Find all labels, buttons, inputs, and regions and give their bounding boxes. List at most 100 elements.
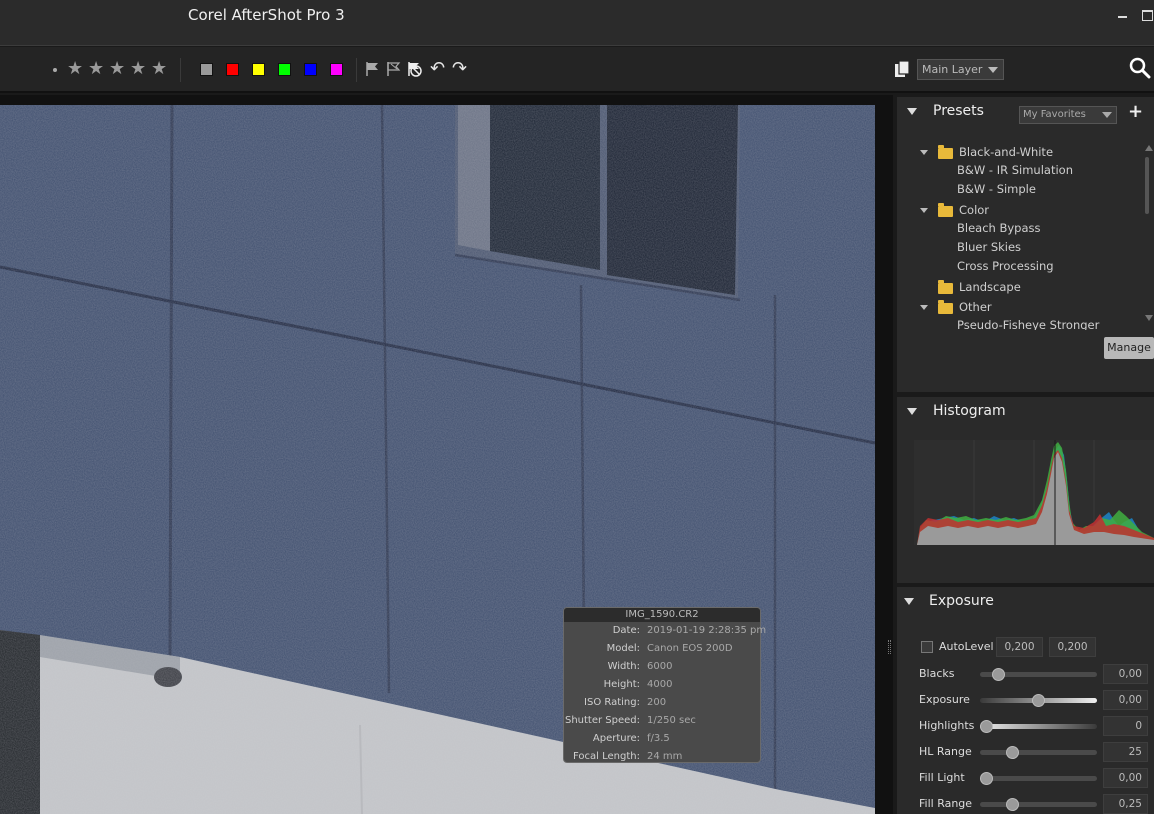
slider-value-field[interactable]: 0,00 <box>1103 690 1148 710</box>
info-row: Focal Length: 24 mm <box>564 748 760 766</box>
slider-handle[interactable] <box>980 772 993 785</box>
exposure-header[interactable]: Exposure <box>897 587 1154 615</box>
rating-star-icon[interactable]: ★ <box>109 59 125 79</box>
preset-folder-label: Black-and-White <box>959 145 1054 159</box>
slider-track[interactable] <box>980 724 1097 729</box>
info-row: Height: 4000 <box>564 676 760 694</box>
copy-layer-icon[interactable] <box>894 60 910 78</box>
slider-track[interactable] <box>980 776 1097 781</box>
collapse-triangle-icon[interactable] <box>907 408 917 415</box>
scroll-up-icon[interactable] <box>1145 145 1153 151</box>
preset-item-label: Bleach Bypass <box>957 221 1041 235</box>
reject-flag-icon[interactable] <box>385 61 401 77</box>
add-preset-icon[interactable]: + <box>1128 103 1143 121</box>
redo-icon[interactable]: ↷ <box>452 59 467 79</box>
collapse-triangle-icon[interactable] <box>907 108 917 115</box>
autolevel-low-field[interactable]: 0,200 <box>996 637 1043 657</box>
slider-value-field[interactable]: 25 <box>1103 742 1148 762</box>
info-key: Width: <box>607 661 640 672</box>
preset-item-label: Bluer Skies <box>957 240 1022 254</box>
preset-item[interactable]: Bluer Skies <box>957 240 1021 259</box>
info-key: Model: <box>606 643 640 654</box>
info-row: Width: 6000 <box>564 658 760 676</box>
image-info-tooltip: IMG_1590.CR2 Date: 2019-01-19 2:28:35 pm … <box>563 607 766 766</box>
histogram-header[interactable]: Histogram <box>897 397 1154 425</box>
slider-handle[interactable] <box>1006 798 1019 811</box>
info-key: Date: <box>612 625 640 636</box>
color-label-red[interactable] <box>226 63 239 76</box>
preset-item-label: Cross Processing <box>957 259 1054 273</box>
search-icon[interactable] <box>1129 57 1151 79</box>
pick-flag-icon[interactable] <box>364 61 380 77</box>
toolbar: ★ ★ ★ ★ ★ ↶ ↷ Main Layer <box>0 47 1154 93</box>
slider-label: HL Range <box>919 745 972 758</box>
preset-folder-label: Other <box>959 300 992 314</box>
rating-star-icon[interactable]: ★ <box>130 59 146 79</box>
preset-item[interactable]: Pseudo-Fisheye Stronger <box>957 318 1099 330</box>
info-value: 200 <box>647 697 667 708</box>
slider-row-fill-light: Fill Light 0,00 <box>897 767 1154 789</box>
slider-handle[interactable] <box>992 668 1006 681</box>
slider-label: Fill Range <box>919 797 973 810</box>
toolbar-divider <box>356 58 357 82</box>
maximize-icon[interactable] <box>1141 8 1153 21</box>
info-value: Canon EOS 200D <box>647 643 733 654</box>
clear-rating-dot[interactable] <box>53 68 57 72</box>
slider-handle[interactable] <box>1006 746 1019 759</box>
scroll-thumb[interactable] <box>1145 157 1149 214</box>
slider-handle[interactable] <box>980 720 993 733</box>
scroll-down-icon[interactable] <box>1145 315 1153 321</box>
color-label-magenta[interactable] <box>330 63 343 76</box>
slider-value-field[interactable]: 0 <box>1103 716 1148 736</box>
slider-value-field[interactable]: 0,25 <box>1103 794 1148 814</box>
preset-item-label: Pseudo-Fisheye Stronger <box>957 318 1100 330</box>
panel-resize-handle[interactable] <box>888 640 891 654</box>
folder-icon <box>938 203 953 217</box>
slider-track[interactable] <box>980 750 1097 755</box>
preset-item[interactable]: B&W - Simple <box>957 182 1036 201</box>
folder-expand-icon[interactable] <box>920 305 928 310</box>
collapse-triangle-icon[interactable] <box>904 598 914 605</box>
preset-folder[interactable]: Landscape <box>897 279 1143 298</box>
preset-item[interactable]: Cross Processing <box>957 259 1054 278</box>
title-bar: Corel AfterShot Pro 3 <box>0 0 1154 46</box>
color-label-yellow[interactable] <box>252 63 265 76</box>
info-value: 1/250 sec <box>647 715 696 726</box>
manage-button[interactable]: Manage <box>1104 337 1154 359</box>
slider-row-exposure: Exposure 0,00 <box>897 689 1154 711</box>
preset-folder[interactable]: Color <box>897 202 1143 221</box>
preset-folder[interactable]: Black-and-White <box>897 144 1143 163</box>
info-filename: IMG_1590.CR2 <box>564 608 760 622</box>
rating-star-icon[interactable]: ★ <box>67 59 83 79</box>
undo-icon[interactable]: ↶ <box>430 59 445 79</box>
rating-star-icon[interactable]: ★ <box>88 59 104 79</box>
preset-item[interactable]: B&W - IR Simulation <box>957 163 1073 182</box>
favorites-select[interactable]: My Favorites <box>1019 106 1117 124</box>
autolevel-checkbox[interactable] <box>921 641 933 653</box>
preset-item[interactable]: Bleach Bypass <box>957 221 1041 240</box>
autolevel-label: AutoLevel <box>939 640 994 653</box>
layer-select[interactable]: Main Layer <box>917 59 1004 80</box>
preset-folder[interactable]: Other <box>897 299 1143 318</box>
folder-icon <box>938 145 953 159</box>
slider-value-field[interactable]: 0,00 <box>1103 768 1148 788</box>
color-label-blue[interactable] <box>304 63 317 76</box>
folder-expand-icon[interactable] <box>920 208 928 213</box>
slider-handle[interactable] <box>1032 694 1045 707</box>
folder-expand-icon[interactable] <box>920 150 928 155</box>
slider-track[interactable] <box>980 802 1097 807</box>
minimize-icon[interactable] <box>1117 8 1129 20</box>
clear-flag-icon[interactable] <box>406 61 422 77</box>
preset-folder-label: Color <box>959 203 990 217</box>
color-label-green[interactable] <box>278 63 291 76</box>
autolevel-high-field[interactable]: 0,200 <box>1049 637 1096 657</box>
color-label-gray[interactable] <box>200 63 213 76</box>
slider-row-highlights: Highlights 0 <box>897 715 1154 737</box>
slider-value-field[interactable]: 0,00 <box>1103 664 1148 684</box>
slider-label: Highlights <box>919 719 975 732</box>
favorites-select-value: My Favorites <box>1023 109 1086 120</box>
rating-star-icon[interactable]: ★ <box>151 59 167 79</box>
chevron-down-icon <box>1102 112 1112 118</box>
info-row: Shutter Speed: 1/250 sec <box>564 712 760 730</box>
info-value: 6000 <box>647 661 673 672</box>
